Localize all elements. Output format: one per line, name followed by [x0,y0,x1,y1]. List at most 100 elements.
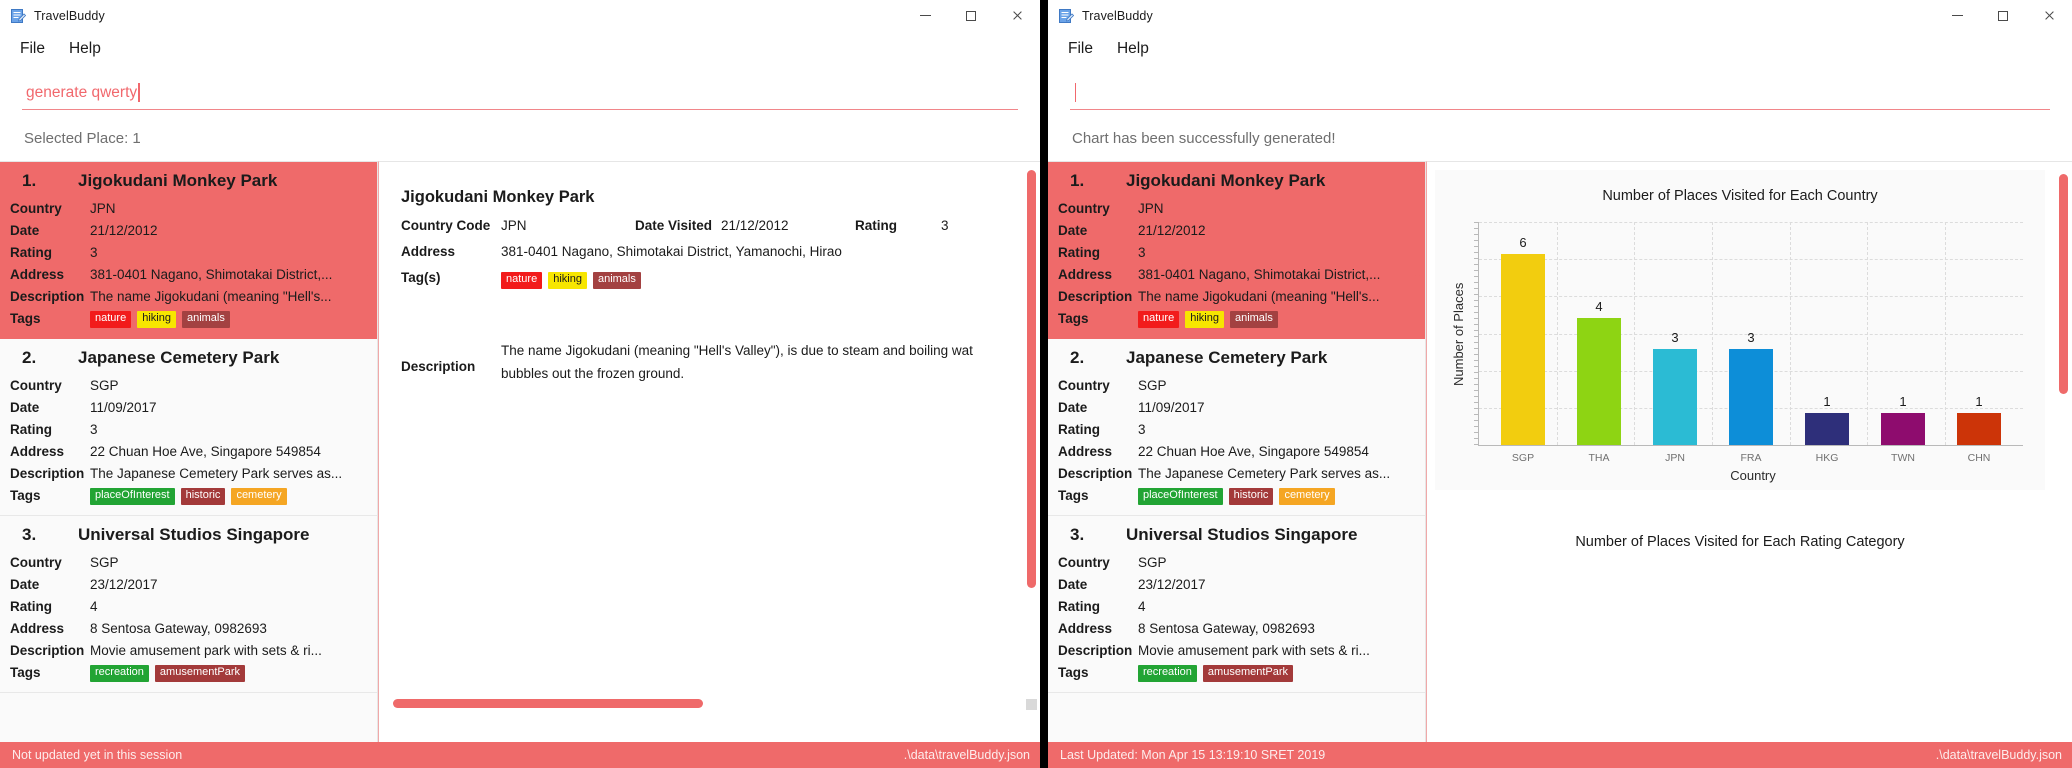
chart-xtick: TWN [1891,452,1915,464]
tag-chip: historic [1228,487,1274,505]
place-list-panel-right[interactable]: 1. Jigokudani Monkey Park Country JPN Da… [1048,161,1426,742]
chart-title-rating: Number of Places Visited for Each Rating… [1575,534,1905,550]
menu-help-left[interactable]: Help [57,37,113,61]
field-label-description: Description [1058,643,1133,658]
field-label-rating: Rating [10,245,52,260]
tag-chip: hiking [137,310,176,328]
tag-chip: animals [181,310,230,328]
maximize-button-left[interactable] [948,0,994,32]
detail-horizontal-scrollbar[interactable] [393,699,703,708]
maximize-button-right[interactable] [1980,0,2026,32]
chart-xlabel-country: Country [1730,468,1776,483]
field-label-tags: Tags [10,488,41,503]
desktop: TravelBuddy File Help generate qwerty Se… [0,0,2072,768]
menubar-left: File Help [0,32,1040,66]
place-index: 3. [1070,525,1085,544]
chart-bar-group: 4 [1573,222,1625,445]
place-country-row: Country SGP [1058,552,1415,574]
field-value-description: Movie amusement park with sets & ri... [1138,643,1370,658]
field-label-tags: Tags [1058,665,1089,680]
place-country-row: Country JPN [10,198,367,220]
place-rating-row: Rating 3 [10,419,367,441]
field-value-address: 381-0401 Nagano, Shimotakai District,... [1138,267,1381,282]
chart-bar-value: 3 [1671,330,1679,346]
result-message-right: Chart has been successfully generated! [1072,130,1336,147]
field-value-description: The name Jigokudani (meaning "Hell's... [1138,289,1380,304]
minimize-button-right[interactable] [1934,0,1980,32]
content-split-left: 1. Jigokudani Monkey Park Country JPN Da… [0,161,1040,742]
field-label-description: Description [1058,289,1133,304]
tag-list: placeOfInterest historic cemetery [1138,487,1335,505]
chart-bar-value: 1 [1899,394,1907,410]
place-name: Jigokudani Monkey Park [78,171,278,190]
menu-help-right[interactable]: Help [1105,37,1161,61]
tag-chip: amusementPark [154,664,246,682]
menu-file-left[interactable]: File [8,37,57,61]
minimize-button-left[interactable] [902,0,948,32]
window-divider [1040,0,1048,768]
place-tags-row: Tags recreation amusementPark [1058,662,1415,684]
field-value-rating: 4 [1138,599,1146,614]
field-label-country: Country [10,555,62,570]
detail-row-tags: Tag(s) nature hiking animals [379,259,1040,289]
place-description-row: Description The name Jigokudani (meaning… [10,286,367,308]
place-rating-row: Rating 3 [10,242,367,264]
list-item[interactable]: 1. Jigokudani Monkey Park Country JPN Da… [1048,162,1425,339]
place-date-row: Date 11/09/2017 [10,397,367,419]
detail-label-date-visited: Date Visited [635,218,713,233]
field-label-rating: Rating [1058,422,1100,437]
list-item[interactable]: 2. Japanese Cemetery Park Country SGP Da… [0,339,377,516]
place-header: 3. Universal Studios Singapore [1058,520,1415,552]
detail-label-description: Description [401,358,476,374]
chart-bar-group: 6 [1497,222,1549,445]
place-address-row: Address 8 Sentosa Gateway, 0982693 [10,618,367,640]
close-button-left[interactable] [994,0,1040,32]
titlebar-left[interactable]: TravelBuddy [0,0,1040,32]
detail-value-address: 381-0401 Nagano, Shimotakai District, Ya… [501,244,842,259]
chart-plot-area-country: Number of Places 6 4 3 3 1 1 1 [1451,222,2023,446]
chart-bar [1957,413,2001,445]
field-label-country: Country [10,201,62,216]
place-list: 1. Jigokudani Monkey Park Country JPN Da… [0,162,377,693]
field-value-rating: 3 [1138,245,1146,260]
close-button-right[interactable] [2026,0,2072,32]
detail-value-rating: 3 [941,218,949,233]
field-label-rating: Rating [1058,599,1100,614]
place-list-scrollbar-right[interactable] [1413,170,1422,276]
scrollbar-corner [1026,699,1037,710]
place-list-scrollbar[interactable] [365,170,374,276]
list-item[interactable]: 3. Universal Studios Singapore Country S… [0,516,377,693]
menu-file-right[interactable]: File [1056,37,1105,61]
detail-vertical-scrollbar[interactable] [1027,170,1036,588]
chart-xtick: THA [1588,452,1610,464]
window-controls-right [1934,0,2072,32]
list-item[interactable]: 1. Jigokudani Monkey Park Country JPN Da… [0,162,377,339]
field-value-date: 21/12/2012 [90,223,158,238]
command-input-right[interactable] [1070,76,2050,110]
field-label-description: Description [10,643,85,658]
app-notepad-icon [10,8,26,24]
chart-bar-value: 1 [1823,394,1831,410]
command-input-left[interactable]: generate qwerty [22,76,1018,110]
detail-value-description: The name Jigokudani (meaning "Hell's Val… [501,342,973,381]
chart-vertical-scrollbar[interactable] [2059,174,2068,394]
tag-list: recreation amusementPark [1138,664,1294,682]
detail-label-tags: Tag(s) [401,270,441,285]
list-item[interactable]: 3. Universal Studios Singapore Country S… [1048,516,1425,693]
detail-label-country-code: Country Code [401,218,491,233]
place-country-row: Country JPN [1058,198,1415,220]
field-label-rating: Rating [10,422,52,437]
field-value-country: SGP [1138,555,1167,570]
field-label-date: Date [10,223,40,238]
titlebar-right[interactable]: TravelBuddy [1048,0,2072,32]
statusbar-left: Not updated yet in this session .\data\t… [0,742,1040,768]
chart-bar-group: 3 [1725,222,1777,445]
place-tags-row: Tags nature hiking animals [10,308,367,330]
chart-xticks-country: SGP THA JPN FRA HKG TWN CHN [1479,452,2023,464]
tag-chip: cemetery [231,487,287,505]
place-list-panel[interactable]: 1. Jigokudani Monkey Park Country JPN Da… [0,161,378,742]
list-item[interactable]: 2. Japanese Cemetery Park Country SGP Da… [1048,339,1425,516]
field-value-date: 23/12/2017 [90,577,158,592]
place-date-row: Date 21/12/2012 [10,220,367,242]
text-caret-left [138,83,140,102]
